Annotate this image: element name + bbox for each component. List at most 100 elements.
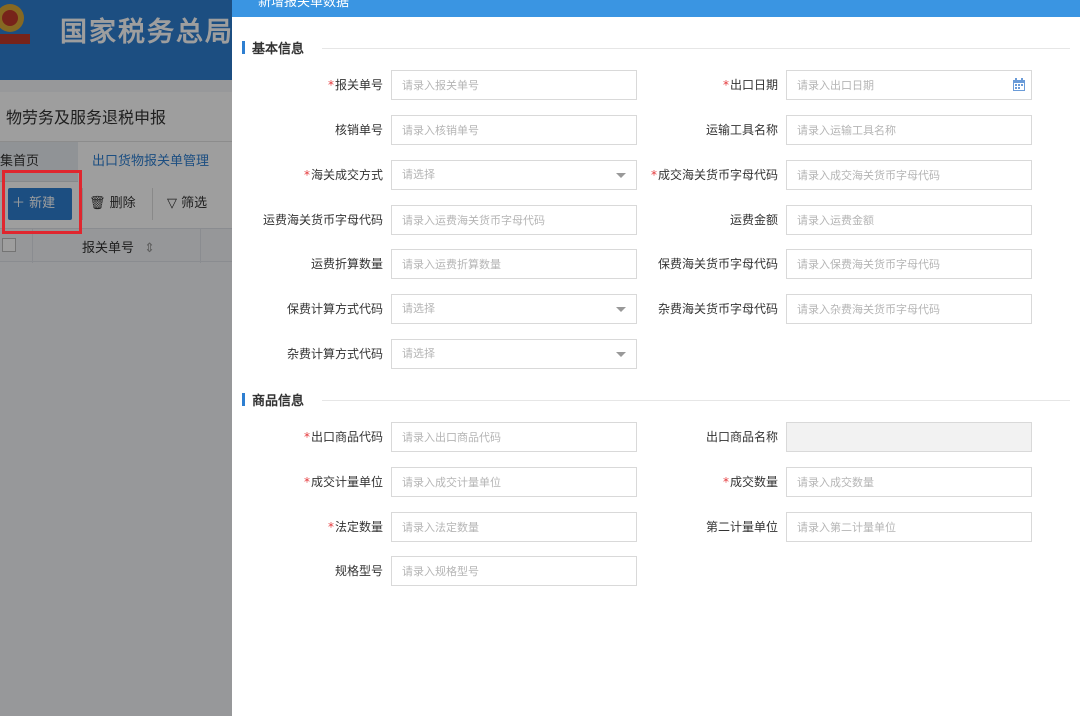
- required-mark: *: [722, 78, 729, 92]
- legal-qty-label: 法定数量: [334, 520, 383, 534]
- modal-overlay: [0, 0, 232, 716]
- select-placeholder: 请选择: [402, 302, 435, 315]
- field-label: *海关成交方式: [304, 160, 383, 190]
- section-marker: [242, 393, 245, 406]
- declaration-no-input[interactable]: [392, 71, 592, 99]
- required-mark: *: [327, 520, 334, 534]
- insurance-currency-box: [786, 249, 1032, 279]
- goods-code-input[interactable]: [392, 423, 592, 451]
- insurance-currency-label: 保费海关货币字母代码: [657, 257, 778, 271]
- insurance-calc-label: 保费计算方式代码: [286, 302, 383, 316]
- field-freight-qty: 运费折算数量: [232, 249, 637, 279]
- calendar-icon[interactable]: [1013, 78, 1025, 91]
- transport-name-label: 运输工具名称: [705, 123, 778, 137]
- field-transaction-currency: *成交海关货币字母代码: [627, 160, 1032, 190]
- freight-currency-label: 运费海关货币字母代码: [262, 213, 383, 227]
- field-goods-code: *出口商品代码: [232, 422, 637, 452]
- freight-qty-label: 运费折算数量: [310, 257, 383, 271]
- goods-code-box: [391, 422, 637, 452]
- chevron-down-icon: [616, 173, 626, 178]
- transaction-method-select[interactable]: 请选择: [391, 160, 637, 190]
- misc-currency-box: [786, 294, 1032, 324]
- declaration-no-box: [391, 70, 637, 100]
- transaction-currency-input[interactable]: [787, 161, 987, 189]
- field-label: *报关单号: [328, 70, 383, 100]
- select-placeholder: 请选择: [402, 347, 435, 360]
- field-spec-model: 规格型号: [232, 556, 637, 586]
- field-verification-no: 核销单号: [232, 115, 637, 145]
- transaction-currency-box: [786, 160, 1032, 190]
- freight-qty-box: [391, 249, 637, 279]
- verification-no-input[interactable]: [392, 116, 592, 144]
- verification-no-box: [391, 115, 637, 145]
- freight-currency-box: [391, 205, 637, 235]
- freight-amount-input[interactable]: [787, 206, 987, 234]
- required-mark: *: [327, 78, 334, 92]
- field-transaction-method: *海关成交方式 请选择: [232, 160, 637, 190]
- freight-amount-box: [786, 205, 1032, 235]
- field-label: *出口日期: [723, 70, 778, 100]
- export-date-label: 出口日期: [729, 78, 778, 92]
- field-label: *法定数量: [328, 512, 383, 542]
- freight-currency-input[interactable]: [392, 206, 592, 234]
- export-date-input[interactable]: [787, 71, 987, 99]
- transaction-currency-label: 成交海关货币字母代码: [657, 168, 778, 182]
- field-insurance-currency: 保费海关货币字母代码: [627, 249, 1032, 279]
- modal-title: 新增报关单数据: [258, 0, 350, 10]
- section-divider: [322, 48, 1070, 49]
- chevron-down-icon: [616, 307, 626, 312]
- spec-model-box: [391, 556, 637, 586]
- section-marker: [242, 41, 245, 54]
- second-unit-input[interactable]: [787, 513, 987, 541]
- goods-name-label: 出口商品名称: [705, 430, 778, 444]
- field-insurance-calc: 保费计算方式代码 请选择: [232, 294, 637, 324]
- required-mark: *: [303, 475, 310, 489]
- field-trade-qty: *成交数量: [627, 467, 1032, 497]
- field-export-date: *出口日期: [627, 70, 1032, 100]
- new-button-highlight-box: [2, 170, 82, 234]
- misc-calc-select[interactable]: 请选择: [391, 339, 637, 369]
- goods-name-input: [787, 423, 987, 451]
- chevron-down-icon: [616, 352, 626, 357]
- trade-qty-input[interactable]: [787, 468, 987, 496]
- insurance-calc-select[interactable]: 请选择: [391, 294, 637, 324]
- transport-name-input[interactable]: [787, 116, 987, 144]
- insurance-currency-input[interactable]: [787, 250, 987, 278]
- trade-unit-box: [391, 467, 637, 497]
- second-unit-box: [786, 512, 1032, 542]
- declaration-no-label: 报关单号: [334, 78, 383, 92]
- misc-currency-input[interactable]: [787, 295, 987, 323]
- field-label: *成交计量单位: [304, 467, 383, 497]
- goods-name-box: [786, 422, 1032, 452]
- legal-qty-input[interactable]: [392, 513, 592, 541]
- field-transport-name: 运输工具名称: [627, 115, 1032, 145]
- field-label: *出口商品代码: [304, 422, 383, 452]
- required-mark: *: [650, 168, 657, 182]
- trade-unit-input[interactable]: [392, 468, 592, 496]
- transport-name-box: [786, 115, 1032, 145]
- transaction-method-label: 海关成交方式: [310, 168, 383, 182]
- trade-unit-label: 成交计量单位: [310, 475, 383, 489]
- field-misc-currency: 杂费海关货币字母代码: [627, 294, 1032, 324]
- field-goods-name: 出口商品名称: [627, 422, 1032, 452]
- field-freight-currency: 运费海关货币字母代码: [232, 205, 637, 235]
- legal-qty-box: [391, 512, 637, 542]
- select-placeholder: 请选择: [402, 168, 435, 181]
- field-legal-qty: *法定数量: [232, 512, 637, 542]
- modal-title-bar: 新增报关单数据: [232, 0, 1080, 17]
- background-app: 国家税务总局 物劳务及服务退税申报 集首页 出口货物报关单管理 ＋ 新建 🗑 删…: [0, 0, 232, 716]
- freight-qty-input[interactable]: [392, 250, 592, 278]
- export-date-box: [786, 70, 1032, 100]
- goods-code-label: 出口商品代码: [310, 430, 383, 444]
- spec-model-input[interactable]: [392, 557, 592, 585]
- second-unit-label: 第二计量单位: [705, 520, 778, 534]
- section-title: 基本信息: [252, 42, 305, 57]
- required-mark: *: [722, 475, 729, 489]
- section-goods-info: 商品信息: [242, 390, 1070, 410]
- field-misc-calc: 杂费计算方式代码 请选择: [232, 339, 637, 369]
- spec-model-label: 规格型号: [334, 564, 383, 578]
- required-mark: *: [303, 168, 310, 182]
- required-mark: *: [303, 430, 310, 444]
- add-declaration-modal: 新增报关单数据 基本信息 *报关单号 *出口日期 核销单号 运输工: [232, 0, 1080, 716]
- misc-calc-label: 杂费计算方式代码: [286, 347, 383, 361]
